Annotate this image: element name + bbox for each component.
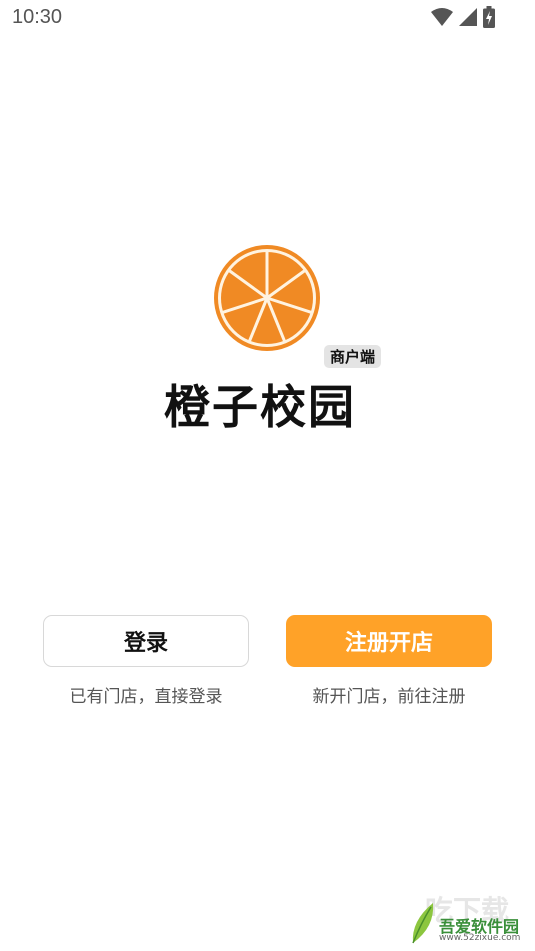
status-bar: 10:30 [0, 0, 535, 36]
register-hint: 新开门店，前往注册 [312, 687, 466, 707]
wifi-icon [431, 8, 453, 26]
register-store-button-label: 注册开店 [344, 631, 433, 656]
leaf-logo-icon [412, 903, 434, 944]
login-hint: 已有门店，直接登录 [69, 687, 223, 707]
watermark: 吃下载 吾爱软件园 www.52zixue.com [405, 894, 533, 949]
battery-charging-icon [483, 6, 495, 28]
orange-slice-icon [214, 245, 320, 351]
watermark-url: www.52zixue.com [439, 933, 521, 943]
orange-slice-logo [212, 243, 322, 353]
merchant-badge: 商户端 [324, 345, 382, 368]
login-button-label: 登录 [123, 631, 168, 656]
register-store-button[interactable]: 注册开店 [286, 615, 492, 667]
status-time: 10:30 [12, 6, 63, 28]
status-icons [431, 6, 495, 28]
brand-block: 商户端 橙子校园 [160, 345, 400, 435]
cell-signal-icon [459, 8, 477, 26]
app-title: 橙子校园 [164, 380, 356, 434]
login-button[interactable]: 登录 [43, 615, 249, 667]
